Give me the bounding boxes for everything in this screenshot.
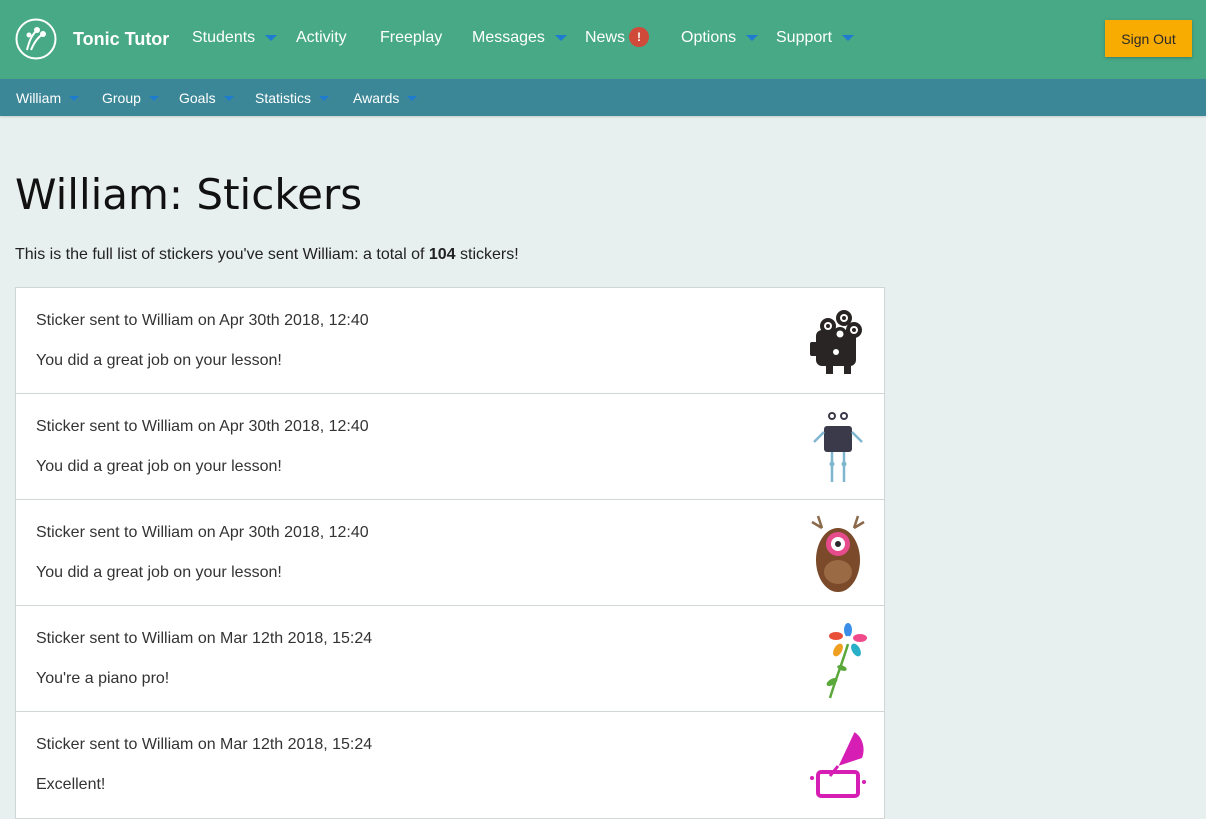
subnav-statistics[interactable]: Statistics [255, 90, 330, 106]
sticker-row: Sticker sent to William on Mar 12th 2018… [16, 606, 884, 712]
flower-icon [826, 623, 867, 699]
nav-students[interactable]: Students [192, 29, 278, 47]
robot-monster-icon [813, 412, 863, 482]
sticker-row: Sticker sent to William on Apr 30th 2018… [16, 288, 884, 394]
sticker-summary: This is the full list of stickers you've… [15, 246, 519, 263]
sticker-sent-info: Sticker sent to William on Mar 12th 2018… [36, 736, 373, 753]
sticker-sent-info: Sticker sent to William on Apr 30th 2018… [36, 418, 369, 435]
subnav-goals[interactable]: Goals [179, 90, 234, 106]
sticker-sent-info: Sticker sent to William on Mar 12th 2018… [36, 630, 373, 647]
nav-freeplay[interactable]: Freeplay [380, 29, 442, 47]
sticker-row: Sticker sent to William on Apr 30th 2018… [16, 500, 884, 606]
sticker-message: You did a great job on your lesson! [36, 564, 282, 581]
antler-monster-icon [811, 515, 865, 592]
camera-monster-icon [810, 310, 862, 374]
sticker-sent-info: Sticker sent to William on Apr 30th 2018… [36, 312, 369, 329]
subnav-awards[interactable]: Awards [353, 90, 418, 106]
sticker-row: Sticker sent to William on Mar 12th 2018… [16, 712, 884, 818]
page-title: William: Stickers [15, 170, 363, 219]
sticker-sent-info: Sticker sent to William on Apr 30th 2018… [36, 524, 369, 541]
tonic-tutor-logo-icon[interactable] [15, 18, 57, 60]
nav-messages[interactable]: Messages [472, 29, 567, 47]
nav-support[interactable]: Support [776, 29, 855, 47]
chevron-down-icon [69, 95, 80, 101]
sticker-list: Sticker sent to William on Apr 30th 2018… [15, 287, 885, 819]
chevron-down-icon [319, 95, 330, 101]
chevron-down-icon [407, 95, 418, 101]
chevron-down-icon [223, 95, 234, 101]
sticker-count: 104 [428, 246, 456, 263]
nav-news[interactable]: News ! [585, 27, 650, 47]
brand-name[interactable]: Tonic Tutor [73, 29, 169, 50]
chevron-down-icon [842, 35, 855, 41]
gramophone-icon [810, 731, 866, 798]
chevron-down-icon [554, 35, 567, 41]
sticker-message: You did a great job on your lesson! [36, 458, 282, 475]
sticker-message: You did a great job on your lesson! [36, 352, 282, 369]
sticker-row: Sticker sent to William on Apr 30th 2018… [16, 394, 884, 500]
chevron-down-icon [148, 95, 159, 101]
top-navbar: Tonic Tutor Students Activity Freeplay M… [0, 0, 1206, 79]
sub-navbar: William Group Goals Statistics Awards [0, 79, 1206, 116]
sign-out-button[interactable]: Sign Out [1105, 20, 1192, 57]
subnav-william[interactable]: William [16, 90, 80, 106]
sticker-message: You're a piano pro! [36, 670, 170, 687]
news-alert-badge: ! [629, 27, 650, 47]
sticker-message: Excellent! [36, 776, 106, 793]
chevron-down-icon [265, 35, 278, 41]
nav-options[interactable]: Options [681, 29, 759, 47]
subnav-group[interactable]: Group [102, 90, 159, 106]
nav-activity[interactable]: Activity [296, 29, 347, 47]
chevron-down-icon [746, 35, 759, 41]
